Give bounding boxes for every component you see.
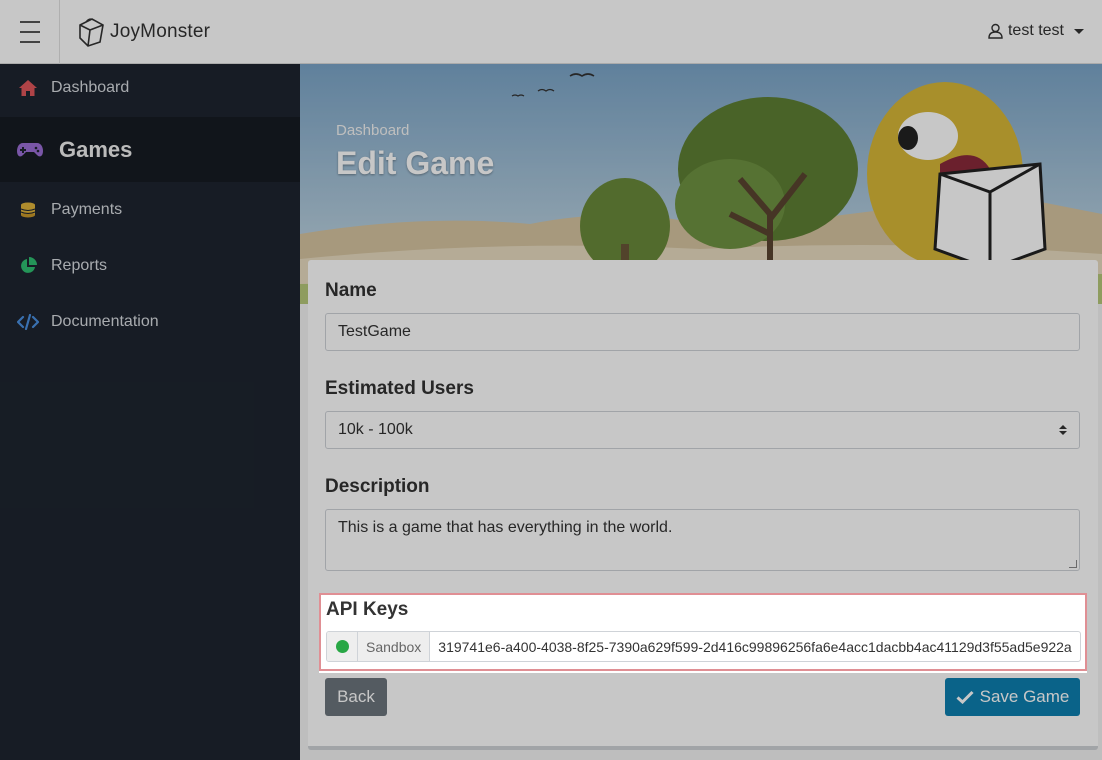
user-icon — [988, 23, 1003, 39]
api-key-value[interactable]: 319741e6-a400-4038-8f25-7390a629f599-2d4… — [430, 632, 1080, 661]
estimated-users-value: 10k - 100k — [338, 421, 413, 438]
dice-logo-icon — [79, 18, 104, 47]
sidebar-item-label: Games — [59, 136, 133, 162]
sidebar-item-label: Dashboard — [51, 79, 130, 96]
top-bar: JoyMonster test test — [0, 0, 1102, 64]
sidebar-item-documentation[interactable]: Documentation — [0, 294, 300, 350]
api-keys-panel: API Keys Sandbox 319741e6-a400-4038-8f25… — [319, 593, 1087, 671]
select-arrows-icon — [1059, 425, 1067, 435]
description-textarea[interactable]: This is a game that has everything in th… — [325, 509, 1080, 571]
code-icon — [16, 312, 40, 332]
sidebar-item-reports[interactable]: Reports — [0, 238, 300, 294]
sidebar-item-dashboard[interactable]: Dashboard — [0, 64, 300, 112]
name-input[interactable] — [325, 313, 1080, 351]
user-menu[interactable]: test test — [988, 22, 1084, 40]
coins-icon — [16, 200, 40, 220]
gamepad-icon — [16, 140, 44, 160]
save-game-button[interactable]: Save Game — [945, 678, 1080, 716]
description-label: Description — [325, 476, 430, 497]
estimated-users-label: Estimated Users — [325, 378, 474, 399]
app-name: JoyMonster — [110, 21, 211, 42]
description-value: This is a game that has everything in th… — [338, 519, 673, 536]
api-key-row: Sandbox 319741e6-a400-4038-8f25-7390a629… — [326, 631, 1081, 662]
pie-chart-icon — [16, 256, 40, 276]
breadcrumb[interactable]: Dashboard — [336, 122, 494, 139]
save-game-label: Save Game — [979, 687, 1070, 706]
sidebar-item-label: Documentation — [51, 313, 159, 330]
user-name: test test — [1007, 22, 1064, 39]
api-environment: Sandbox — [358, 632, 431, 661]
check-icon — [956, 690, 974, 704]
name-label: Name — [325, 280, 377, 301]
sidebar-item-label: Reports — [51, 257, 108, 274]
edit-game-form: Name Estimated Users 10k - 100k Descript… — [308, 260, 1098, 750]
resize-grip-icon[interactable] — [1069, 560, 1077, 568]
status-dot-icon — [335, 640, 349, 653]
sidebar-item-payments[interactable]: Payments — [0, 182, 300, 238]
sidebar-item-games[interactable]: Games — [0, 117, 300, 182]
api-keys-label: API Keys — [326, 599, 409, 620]
estimated-users-select[interactable]: 10k - 100k — [325, 411, 1080, 449]
page-title: Edit Game — [336, 145, 495, 181]
menu-toggle-button[interactable] — [0, 0, 60, 64]
hamburger-icon — [19, 17, 40, 47]
sidebar: Dashboard Games Payments Reports Documen… — [0, 64, 300, 760]
logo[interactable]: JoyMonster — [76, 16, 210, 48]
sidebar-item-label: Payments — [51, 201, 123, 218]
chevron-down-icon — [1074, 28, 1084, 34]
status-cell — [327, 632, 358, 661]
hero-text: Dashboard Edit Game — [336, 122, 494, 182]
home-icon — [16, 78, 40, 98]
back-button[interactable]: Back — [325, 678, 387, 716]
